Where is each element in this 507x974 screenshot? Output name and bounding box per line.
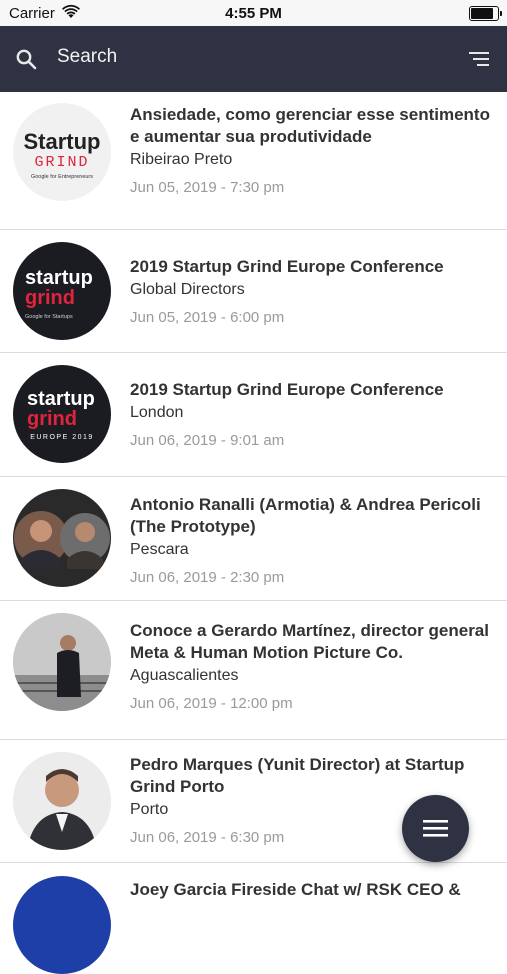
event-location: Pescara xyxy=(130,541,189,558)
logo-text-grind: grind xyxy=(25,287,75,309)
event-location: Aguascalientes xyxy=(130,667,239,684)
event-location: Ribeirao Preto xyxy=(130,151,233,168)
event-row[interactable]: startup grind Google for Startups 2019 S… xyxy=(0,230,507,353)
status-bar: Carrier 4:55 PM xyxy=(0,0,507,26)
search-icon[interactable] xyxy=(15,48,37,70)
event-date: Jun 06, 2019 - 2:30 pm xyxy=(130,569,285,586)
event-date: Jun 05, 2019 - 7:30 pm xyxy=(130,179,285,196)
event-row[interactable]: startup grind EUROPE 2019 2019 Startup G… xyxy=(0,353,507,477)
event-row[interactable]: Joey Garcia Fireside Chat w/ RSK CEO & xyxy=(0,863,507,974)
search-input[interactable]: Search xyxy=(57,46,117,68)
event-logo: Startup GRIND Google for Entrepreneurs xyxy=(13,103,111,201)
filter-icon[interactable] xyxy=(469,50,489,68)
event-title: Pedro Marques (Yunit Director) at Startu… xyxy=(130,755,465,796)
logo-text-sponsor: Google for Startups xyxy=(25,314,73,320)
logo-text-sponsor: Google for Entrepreneurs xyxy=(31,174,93,180)
event-logo: startup grind Google for Startups xyxy=(13,242,111,340)
logo-text-grind: GRIND xyxy=(34,154,89,171)
event-title: Joey Garcia Fireside Chat w/ RSK CEO & xyxy=(130,880,461,899)
speaker-photo xyxy=(13,752,111,850)
event-title: Ansiedade, como gerenciar esse sentiment… xyxy=(130,105,490,146)
logo-text-startup: startup xyxy=(25,267,93,289)
logo-text-startup: startup xyxy=(27,388,95,410)
event-logo: startup grind EUROPE 2019 xyxy=(13,365,111,463)
event-date: Jun 06, 2019 - 9:01 am xyxy=(130,432,285,449)
battery-icon xyxy=(469,6,502,21)
event-row[interactable]: Startup GRIND Google for Entrepreneurs A… xyxy=(0,92,507,230)
clock: 4:55 PM xyxy=(225,5,282,22)
logo-text-edition: EUROPE 2019 xyxy=(30,434,94,441)
search-bar[interactable]: Search xyxy=(0,26,507,92)
menu-fab-button[interactable] xyxy=(402,795,469,862)
event-row[interactable]: Conoce a Gerardo Martínez, director gene… xyxy=(0,601,507,740)
speaker-photo xyxy=(13,613,111,711)
event-title: 2019 Startup Grind Europe Conference xyxy=(130,380,444,399)
event-title: Antonio Ranalli (Armotia) & Andrea Peric… xyxy=(130,495,481,536)
event-title: 2019 Startup Grind Europe Conference xyxy=(130,257,444,276)
event-date: Jun 05, 2019 - 6:00 pm xyxy=(130,309,285,326)
logo-text-grind: grind xyxy=(27,408,77,430)
event-location: London xyxy=(130,404,184,421)
speaker-photo xyxy=(13,489,111,587)
event-location: Global Directors xyxy=(130,281,245,298)
logo-text-startup: Startup xyxy=(24,129,101,154)
event-logo xyxy=(13,876,111,974)
event-date: Jun 06, 2019 - 12:00 pm xyxy=(130,695,293,712)
event-title: Conoce a Gerardo Martínez, director gene… xyxy=(130,621,489,662)
menu-icon xyxy=(423,820,448,837)
event-row[interactable]: Antonio Ranalli (Armotia) & Andrea Peric… xyxy=(0,477,507,601)
